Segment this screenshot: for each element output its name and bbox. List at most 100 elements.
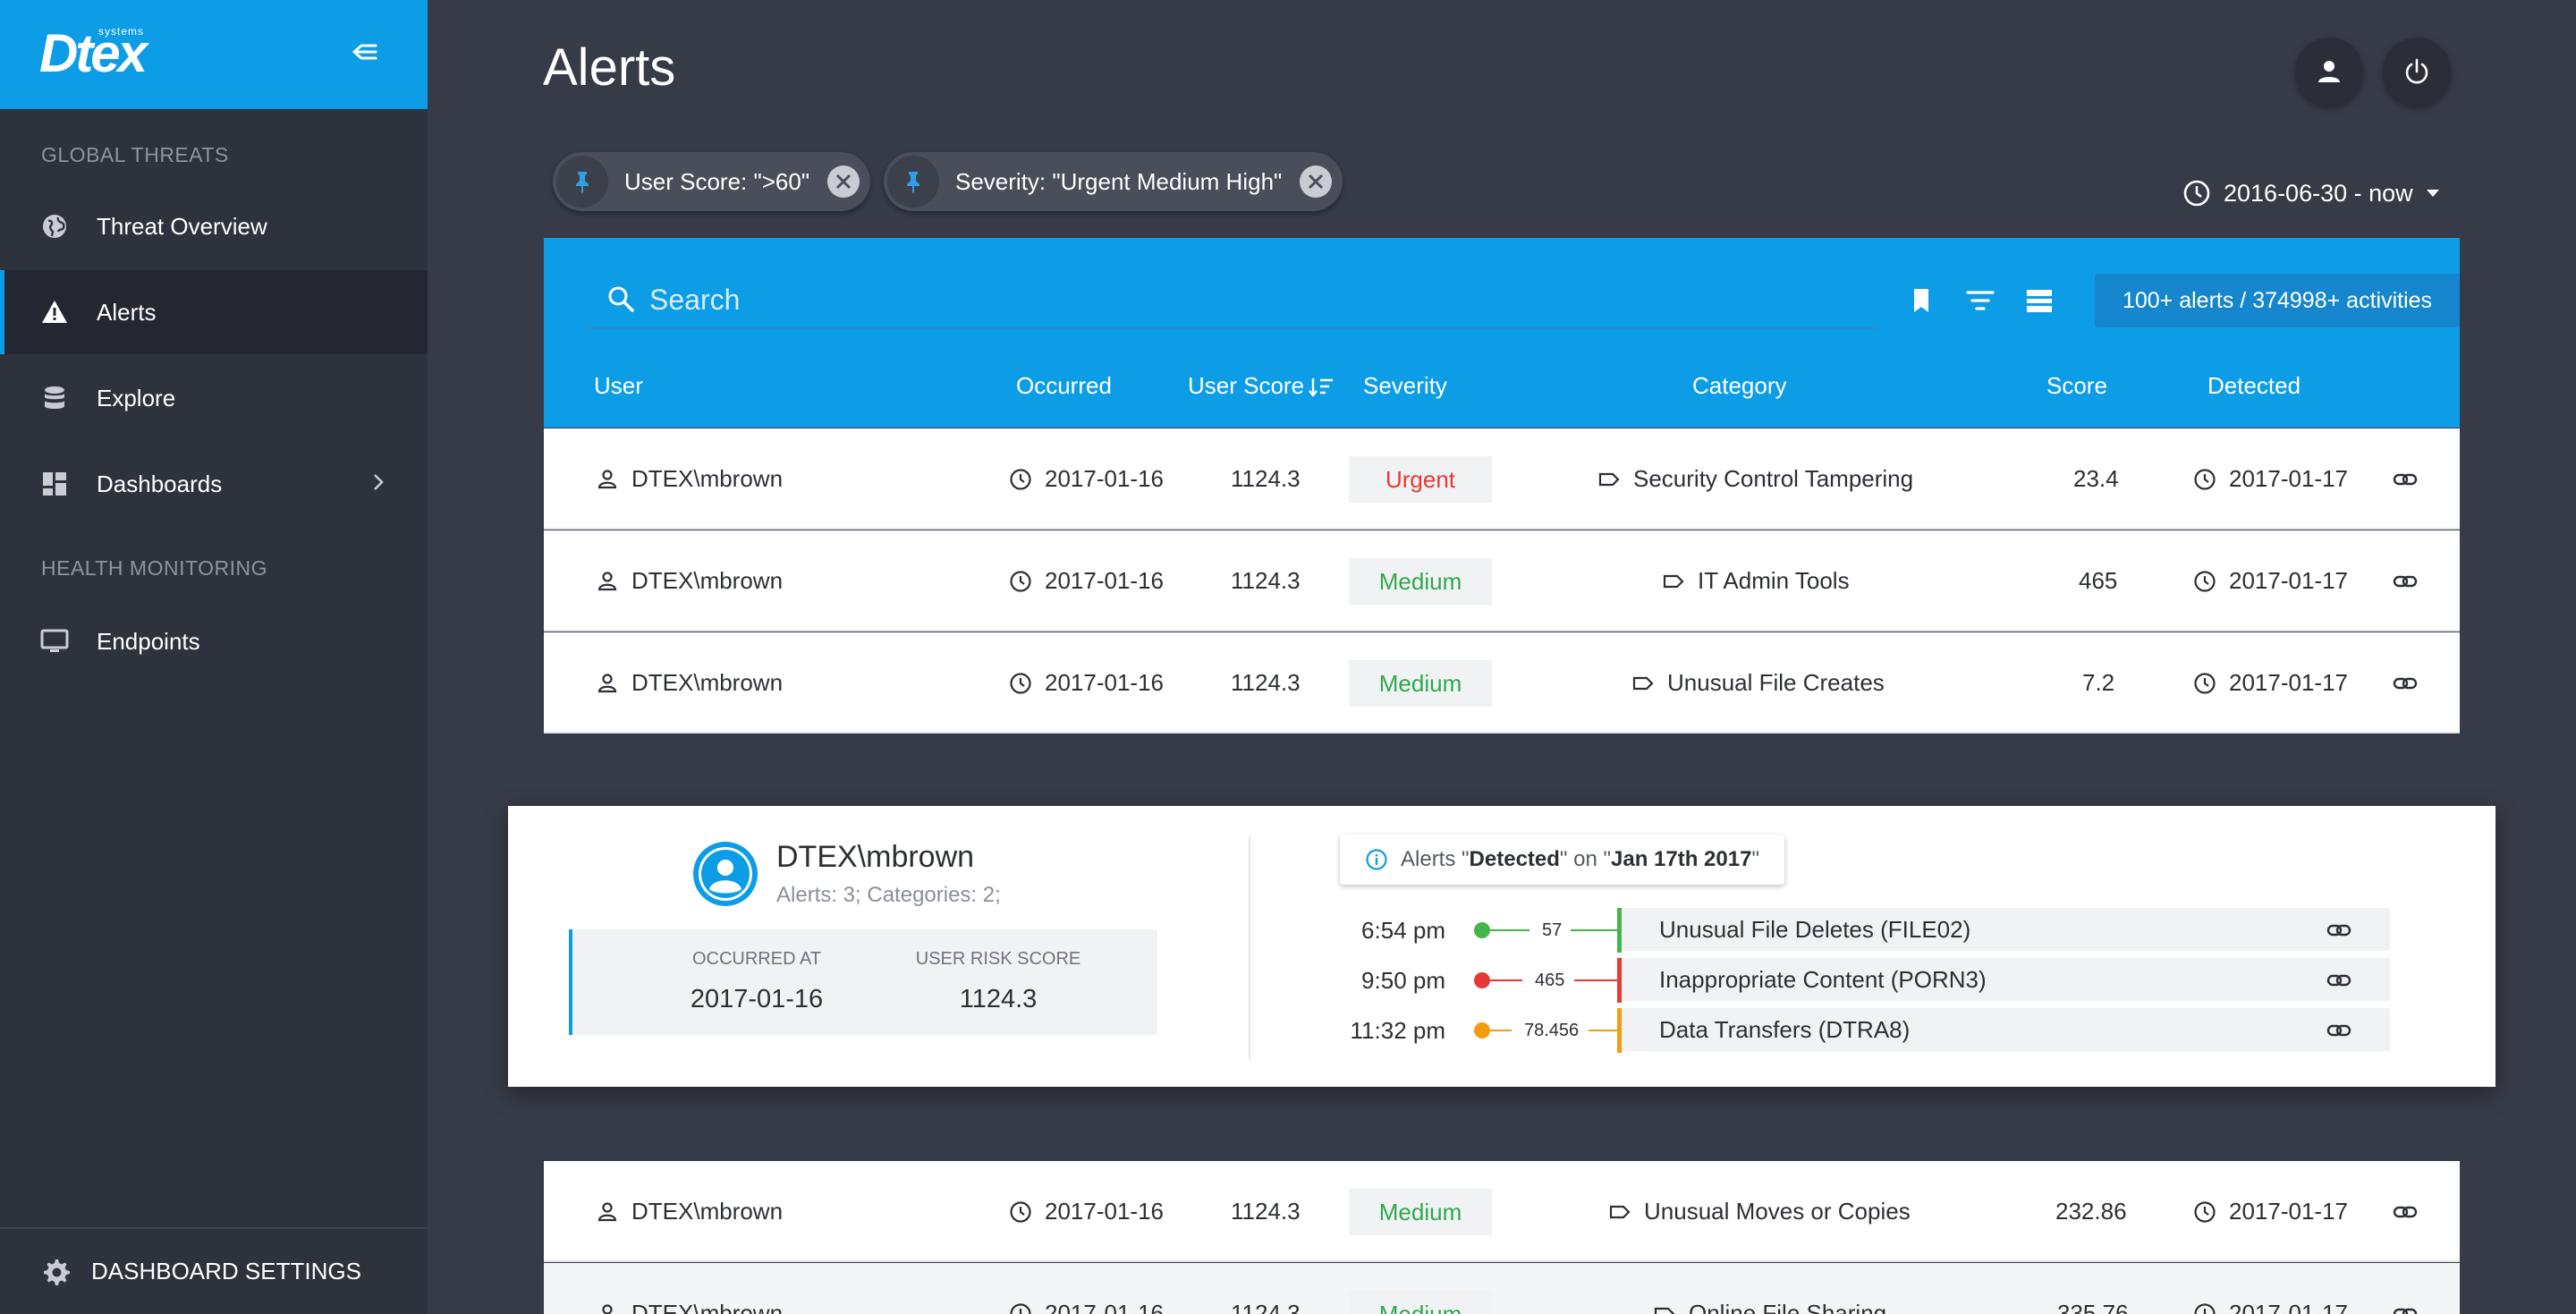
remove-filter-icon[interactable] — [1298, 164, 1334, 199]
clock-icon — [2194, 1302, 2216, 1314]
detected-word: Detected — [1469, 847, 1560, 871]
user-icon — [602, 1303, 613, 1314]
timeline-row[interactable]: 6:54 pm 57 Unusual File Deletes (FILE02) — [508, 908, 2496, 953]
timeline-dot — [1474, 922, 1490, 938]
clock-icon — [2194, 672, 2216, 694]
row-category: IT Admin Tools — [1698, 567, 1850, 594]
column-header-user[interactable]: User — [594, 372, 643, 400]
page-title: Alerts — [543, 38, 676, 97]
search-input[interactable] — [649, 283, 1812, 317]
row-detected: 2017-01-17 — [2229, 465, 2348, 492]
clock-icon — [2194, 468, 2216, 490]
caret-down-icon — [2426, 190, 2439, 197]
row-user[interactable]: DTEX\mbrown — [631, 567, 783, 595]
pin-icon[interactable] — [556, 156, 608, 208]
column-header-severity[interactable]: Severity — [1363, 372, 1447, 400]
sidebar-item-label: Endpoints — [97, 627, 200, 655]
row-score: 7.2 — [2082, 669, 2115, 696]
row-detected: 2017-01-17 — [2229, 567, 2348, 594]
column-header-detected[interactable]: Detected — [2207, 372, 2301, 400]
link-icon[interactable] — [2326, 1017, 2352, 1044]
table-row[interactable]: DTEX\mbrown 2017-01-16 1124.3 Medium IT … — [544, 530, 2460, 632]
timeline-item[interactable]: Data Transfers (DTRA8) — [1622, 1008, 2390, 1051]
clock-icon — [1010, 1302, 1031, 1314]
search-bar[interactable] — [587, 272, 1877, 329]
tag-icon — [1663, 574, 1684, 588]
user-icon — [597, 469, 617, 488]
row-category: Security Control Tampering — [1633, 465, 1914, 492]
bookmark-icon[interactable] — [1903, 283, 1939, 318]
filter-chip-user-score[interactable]: User Score: ">60" — [553, 152, 871, 211]
column-header-category[interactable]: Category — [1692, 372, 1787, 400]
column-header-score[interactable]: Score — [2046, 372, 2107, 400]
row-user[interactable]: DTEX\mbrown — [631, 1198, 783, 1225]
dashboard-settings-button[interactable]: DASHBOARD SETTINGS — [0, 1227, 428, 1314]
column-header-user-score[interactable]: User Score — [1188, 372, 1335, 400]
timeline-dot — [1474, 972, 1490, 988]
link-icon[interactable] — [2392, 670, 2419, 697]
timeline-label: Unusual File Deletes (FILE02) — [1659, 915, 1971, 943]
column-header-occurred[interactable]: Occurred — [1016, 372, 1112, 400]
view-density-icon[interactable] — [2021, 283, 2057, 318]
timeline-connector — [1574, 979, 1617, 981]
filter-icon[interactable] — [1962, 283, 1998, 318]
sidebar-item-alerts[interactable]: Alerts — [0, 270, 428, 354]
table-row[interactable]: DTEX\mbrown 2017-01-16 1124.3 Medium Onl… — [544, 1263, 2460, 1314]
sidebar-item-dashboards[interactable]: Dashboards — [0, 442, 428, 526]
search-icon — [608, 286, 634, 312]
user-icon — [597, 1201, 617, 1221]
timeline-row[interactable]: 11:32 pm 78.456 Data Transfers (DTRA8) — [508, 1008, 2496, 1053]
user-profile-button[interactable] — [2295, 38, 2363, 106]
sidebar-item-explore[interactable]: Explore — [0, 356, 428, 440]
row-user-score: 1124.3 — [1231, 1300, 1301, 1314]
row-user-score: 1124.3 — [1231, 567, 1301, 594]
section-health-monitoring: HEALTH MONITORING — [41, 556, 267, 580]
link-icon[interactable] — [2392, 466, 2419, 493]
remove-filter-icon[interactable] — [826, 164, 861, 199]
row-occurred: 2017-01-16 — [1045, 1300, 1164, 1314]
detected-prefix: Alerts " — [1401, 847, 1470, 871]
row-user[interactable]: DTEX\mbrown — [631, 669, 783, 697]
table-row[interactable]: DTEX\mbrown 2017-01-16 1124.3 Urgent Sec… — [544, 428, 2460, 530]
sidebar-item-label: Threat Overview — [97, 212, 267, 240]
link-icon[interactable] — [2326, 917, 2352, 944]
power-button[interactable] — [2383, 38, 2451, 106]
tag-icon — [1654, 1307, 1675, 1314]
sort-descending-icon[interactable] — [1308, 376, 1335, 399]
timeline-item[interactable]: Inappropriate Content (PORN3) — [1622, 958, 2390, 1001]
link-icon[interactable] — [2392, 568, 2419, 595]
severity-badge: Medium — [1349, 558, 1492, 605]
collapse-sidebar-icon[interactable] — [347, 36, 383, 68]
user-icon — [597, 673, 617, 692]
clock-icon — [1010, 1200, 1031, 1223]
user-avatar-icon — [693, 842, 758, 906]
clock-icon — [1010, 468, 1031, 490]
severity-badge: Medium — [1349, 1189, 1492, 1235]
link-icon[interactable] — [2392, 1301, 2419, 1314]
timeline-row[interactable]: 9:50 pm 465 Inappropriate Content (PORN3… — [508, 958, 2496, 1003]
timeline-dot — [1474, 1022, 1490, 1038]
sidebar-item-threat-overview[interactable]: Threat Overview — [0, 184, 428, 268]
table-row[interactable]: DTEX\mbrown 2017-01-16 1124.3 Medium Unu… — [544, 1161, 2460, 1262]
filter-chip-severity[interactable]: Severity: "Urgent Medium High" — [884, 152, 1343, 211]
row-occurred: 2017-01-16 — [1045, 465, 1164, 492]
filter-chip-label: Severity: "Urgent Medium High" — [955, 167, 1283, 195]
row-user-score: 1124.3 — [1231, 669, 1301, 696]
link-icon[interactable] — [2392, 1199, 2419, 1225]
row-score: 23.4 — [2073, 465, 2119, 492]
timeline-label: Data Transfers (DTRA8) — [1659, 1015, 1911, 1043]
pin-icon[interactable] — [887, 156, 939, 208]
table-row[interactable]: DTEX\mbrown 2017-01-16 1124.3 Medium Unu… — [544, 632, 2460, 733]
globe-icon — [39, 211, 70, 242]
dtex-logo[interactable]: Dtex systems — [39, 25, 148, 81]
row-user[interactable]: DTEX\mbrown — [631, 1300, 783, 1314]
row-user[interactable]: DTEX\mbrown — [631, 465, 783, 493]
detail-summary: Alerts: 3; Categories: 2; — [776, 883, 1001, 907]
sidebar-item-endpoints[interactable]: Endpoints — [0, 599, 428, 683]
clock-icon — [2194, 1200, 2216, 1223]
date-range-selector[interactable]: 2016-06-30 - now — [2182, 179, 2454, 208]
link-icon[interactable] — [2326, 967, 2352, 994]
timeline-item[interactable]: Unusual File Deletes (FILE02) — [1622, 908, 2390, 951]
dashboard-icon — [39, 469, 70, 499]
row-user-score: 1124.3 — [1231, 1198, 1301, 1225]
